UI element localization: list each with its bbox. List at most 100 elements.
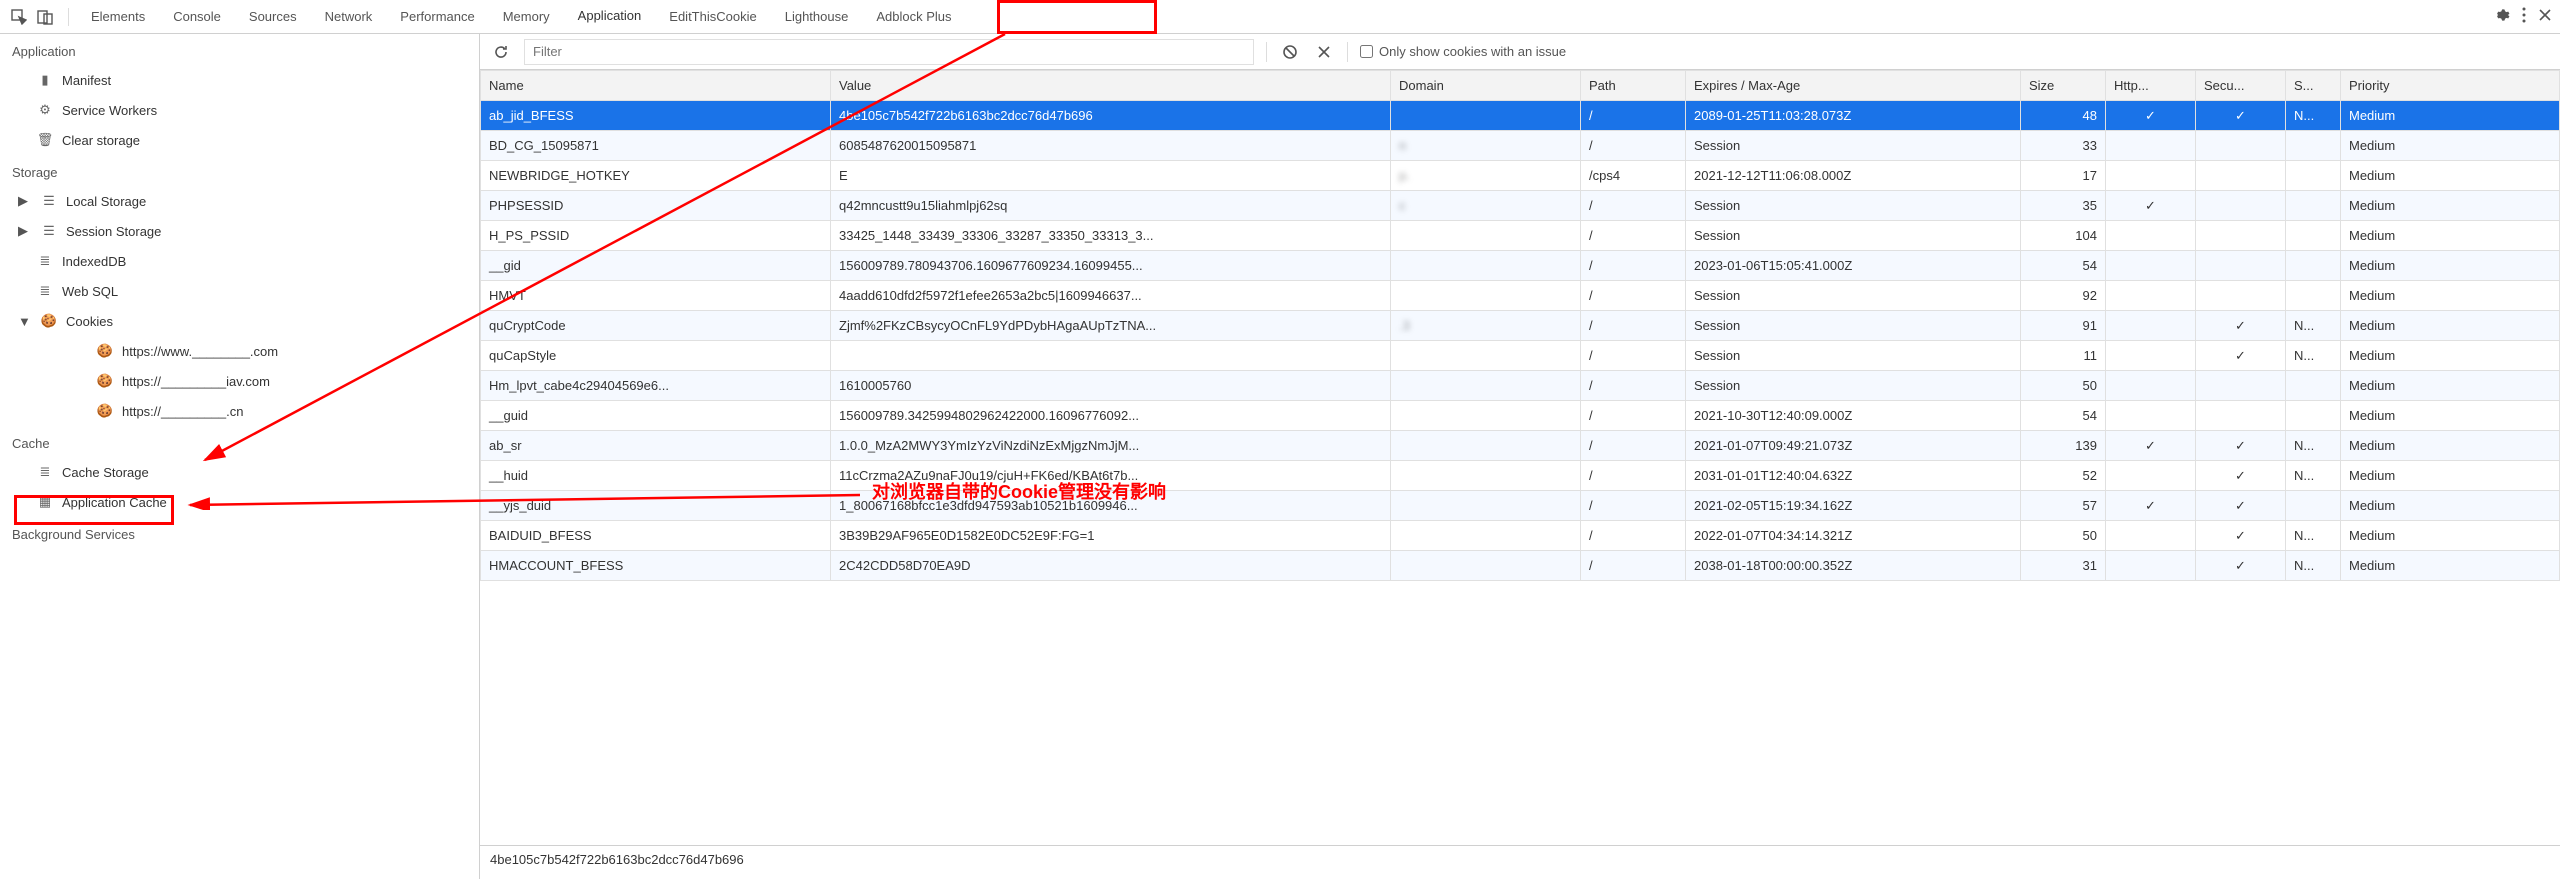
cell-expires[interactable]: 2021-12-12T11:06:08.000Z <box>1686 161 2021 191</box>
cell-same[interactable] <box>2286 251 2341 281</box>
tab-editthiscookie[interactable]: EditThisCookie <box>655 0 770 34</box>
cell-path[interactable]: / <box>1581 491 1686 521</box>
col-header-secure[interactable]: Secu... <box>2196 71 2286 101</box>
cell-http[interactable] <box>2106 221 2196 251</box>
table-row[interactable]: HMVT4aadd610dfd2f5972f1efee2653a2bc5|160… <box>481 281 2560 311</box>
cell-size[interactable]: 11 <box>2021 341 2106 371</box>
cell-size[interactable]: 57 <box>2021 491 2106 521</box>
cell-same[interactable]: N... <box>2286 551 2341 581</box>
table-row[interactable]: NEWBRIDGE_HOTKEYEp./cps42021-12-12T11:06… <box>481 161 2560 191</box>
col-header-size[interactable]: Size <box>2021 71 2106 101</box>
table-row[interactable]: __yjs_duid1_80067168bfcc1e3dfd947593ab10… <box>481 491 2560 521</box>
cell-priority[interactable]: Medium <box>2341 281 2560 311</box>
cell-name[interactable]: __yjs_duid <box>481 491 831 521</box>
cell-expires[interactable]: Session <box>1686 281 2021 311</box>
cell-expires[interactable]: 2021-02-05T15:19:34.162Z <box>1686 491 2021 521</box>
cell-secure[interactable] <box>2196 161 2286 191</box>
cell-expires[interactable]: Session <box>1686 341 2021 371</box>
cell-secure[interactable] <box>2196 221 2286 251</box>
sidebar-item-clear-storage[interactable]: 🗑Clear storage <box>0 125 479 155</box>
cell-size[interactable]: 92 <box>2021 281 2106 311</box>
cell-priority[interactable]: Medium <box>2341 461 2560 491</box>
cell-size[interactable]: 50 <box>2021 521 2106 551</box>
cell-path[interactable]: / <box>1581 401 1686 431</box>
refresh-button[interactable] <box>490 41 512 63</box>
gear-icon[interactable] <box>2492 6 2510 27</box>
table-row[interactable]: ab_jid_BFESS4be105c7b542f722b6163bc2dcc7… <box>481 101 2560 131</box>
cell-domain[interactable] <box>1391 551 1581 581</box>
cell-http[interactable] <box>2106 371 2196 401</box>
cookies-grid[interactable]: Name Value Domain Path Expires / Max-Age… <box>480 70 2560 845</box>
table-row[interactable]: HMACCOUNT_BFESS2C42CDD58D70EA9D/2038-01-… <box>481 551 2560 581</box>
sidebar-item-indexeddb[interactable]: ≣IndexedDB <box>0 246 479 276</box>
cell-name[interactable]: quCryptCode <box>481 311 831 341</box>
col-header-priority[interactable]: Priority <box>2341 71 2560 101</box>
cell-path[interactable]: / <box>1581 191 1686 221</box>
sidebar-item-local-storage[interactable]: ▶☰Local Storage <box>0 186 479 216</box>
cell-size[interactable]: 17 <box>2021 161 2106 191</box>
cell-secure[interactable] <box>2196 371 2286 401</box>
cell-path[interactable]: / <box>1581 521 1686 551</box>
cell-value[interactable]: 4be105c7b542f722b6163bc2dcc76d47b696 <box>831 101 1391 131</box>
cell-priority[interactable]: Medium <box>2341 131 2560 161</box>
cell-path[interactable]: / <box>1581 371 1686 401</box>
cell-name[interactable]: HMACCOUNT_BFESS <box>481 551 831 581</box>
cell-domain[interactable] <box>1391 281 1581 311</box>
cell-name[interactable]: __guid <box>481 401 831 431</box>
cell-same[interactable] <box>2286 491 2341 521</box>
cell-same[interactable] <box>2286 371 2341 401</box>
cell-size[interactable]: 35 <box>2021 191 2106 221</box>
sidebar-item-session-storage[interactable]: ▶☰Session Storage <box>0 216 479 246</box>
cell-domain[interactable] <box>1391 431 1581 461</box>
cell-domain[interactable] <box>1391 491 1581 521</box>
cell-http[interactable] <box>2106 551 2196 581</box>
cell-priority[interactable]: Medium <box>2341 431 2560 461</box>
inspect-element-icon[interactable] <box>8 6 30 28</box>
cell-name[interactable]: ab_jid_BFESS <box>481 101 831 131</box>
cell-value[interactable]: E <box>831 161 1391 191</box>
cell-path[interactable]: / <box>1581 341 1686 371</box>
cell-http[interactable] <box>2106 461 2196 491</box>
sidebar-item-application-cache[interactable]: ▦Application Cache <box>0 487 479 517</box>
cell-http[interactable] <box>2106 521 2196 551</box>
table-row[interactable]: BAIDUID_BFESS3B39B29AF965E0D1582E0DC52E9… <box>481 521 2560 551</box>
tab-memory[interactable]: Memory <box>489 0 564 34</box>
close-icon[interactable] <box>2538 8 2552 25</box>
tab-application[interactable]: Application <box>564 0 656 34</box>
cell-value[interactable]: 1.0.0_MzA2MWY3YmIzYzViNzdiNzExMjgzNmJjM.… <box>831 431 1391 461</box>
cell-size[interactable]: 31 <box>2021 551 2106 581</box>
cell-http[interactable]: ✓ <box>2106 431 2196 461</box>
cell-priority[interactable]: Medium <box>2341 521 2560 551</box>
cell-priority[interactable]: Medium <box>2341 491 2560 521</box>
cell-same[interactable] <box>2286 221 2341 251</box>
cell-domain[interactable]: c <box>1391 191 1581 221</box>
cell-size[interactable]: 139 <box>2021 431 2106 461</box>
table-row[interactable]: Hm_lpvt_cabe4c29404569e6...1610005760/Se… <box>481 371 2560 401</box>
sidebar-cookie-origin-2[interactable]: 🍪https://_________.cn <box>0 396 479 426</box>
cell-expires[interactable]: 2021-10-30T12:40:09.000Z <box>1686 401 2021 431</box>
tab-sources[interactable]: Sources <box>235 0 311 34</box>
cell-same[interactable] <box>2286 401 2341 431</box>
chevron-down-icon[interactable]: ▼ <box>18 314 28 329</box>
table-row[interactable]: __guid156009789.3425994802962422000.1609… <box>481 401 2560 431</box>
cell-same[interactable] <box>2286 191 2341 221</box>
cell-http[interactable] <box>2106 281 2196 311</box>
table-row[interactable]: quCryptCodeZjmf%2FKzCBsycyOCnFL9YdPDybHA… <box>481 311 2560 341</box>
filter-input[interactable] <box>524 39 1254 65</box>
cell-name[interactable]: ab_sr <box>481 431 831 461</box>
cell-value[interactable]: 3B39B29AF965E0D1582E0DC52E9F:FG=1 <box>831 521 1391 551</box>
col-header-http[interactable]: Http... <box>2106 71 2196 101</box>
cell-priority[interactable]: Medium <box>2341 341 2560 371</box>
table-row[interactable]: __huid11cCrzma2AZu9naFJ0u19/cjuH+FK6ed/K… <box>481 461 2560 491</box>
cell-size[interactable]: 91 <box>2021 311 2106 341</box>
col-header-value[interactable]: Value <box>831 71 1391 101</box>
col-header-domain[interactable]: Domain <box>1391 71 1581 101</box>
only-issues-checkbox[interactable]: Only show cookies with an issue <box>1360 44 1566 59</box>
cell-same[interactable]: N... <box>2286 431 2341 461</box>
cell-http[interactable]: ✓ <box>2106 191 2196 221</box>
cell-path[interactable]: / <box>1581 311 1686 341</box>
cell-name[interactable]: __gid <box>481 251 831 281</box>
cell-domain[interactable] <box>1391 341 1581 371</box>
toggle-device-icon[interactable] <box>34 6 56 28</box>
table-row[interactable]: BD_CG_150958716085487620015095871n/Sessi… <box>481 131 2560 161</box>
